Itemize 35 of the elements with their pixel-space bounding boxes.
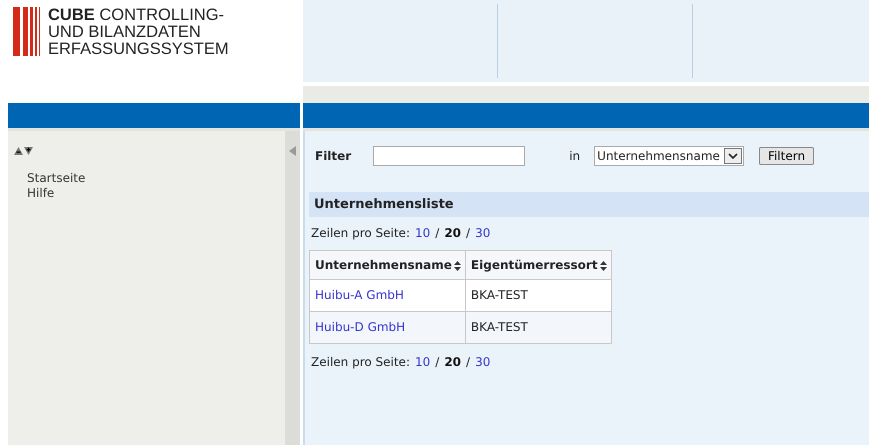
company-link[interactable]: Huibu-D GmbH [315, 320, 406, 334]
logo-text: UND BILANZDATEN [48, 24, 202, 41]
sidebar-link[interactable]: Startseite [14, 171, 285, 186]
pager-separator: / [435, 355, 440, 369]
page-size-link[interactable]: 30 [475, 226, 490, 240]
sidebar-link[interactable]: Hilfe [14, 186, 285, 201]
pager-separator: / [435, 226, 440, 240]
page-size-link[interactable]: 10 [414, 355, 430, 369]
pager-label: Zeilen pro Seite: [311, 226, 410, 240]
page-size-link[interactable]: 20 [444, 355, 462, 369]
in-label: in [569, 149, 580, 163]
expand-icon[interactable] [24, 147, 33, 155]
page-size-link[interactable]: 10 [414, 226, 430, 240]
filter-label: Filter [315, 149, 352, 163]
sort-icon[interactable] [600, 260, 607, 271]
pager-separator: / [466, 355, 470, 369]
pager-label: Zeilen pro Seite: [311, 355, 410, 369]
table-cell: BKA-TEST [465, 280, 612, 312]
company-link[interactable]: Huibu-A GmbH [315, 288, 404, 302]
table-cell: BKA-TEST [465, 312, 612, 344]
page-size-link[interactable]: 20 [444, 226, 462, 240]
collapse-icon[interactable] [14, 147, 23, 155]
chevron-down-icon [728, 153, 738, 159]
pager-separator: / [466, 226, 470, 240]
logo-text: ERFASSUNGSSYSTEM [48, 41, 229, 58]
column-header[interactable]: Unternehmensname [310, 250, 466, 280]
page-size-link[interactable]: 30 [475, 355, 490, 369]
section-title: Unternehmensliste [309, 192, 869, 217]
filter-input[interactable] [373, 146, 526, 166]
logo-icon [13, 7, 43, 56]
logo-text: CUBE CONTROLLING- [48, 7, 226, 24]
column-select[interactable]: Unternehmensname [594, 146, 744, 166]
filter-button[interactable]: Filtern [758, 147, 814, 165]
column-header[interactable]: Eigentümerressort [465, 250, 612, 280]
sort-icon[interactable] [454, 260, 461, 271]
